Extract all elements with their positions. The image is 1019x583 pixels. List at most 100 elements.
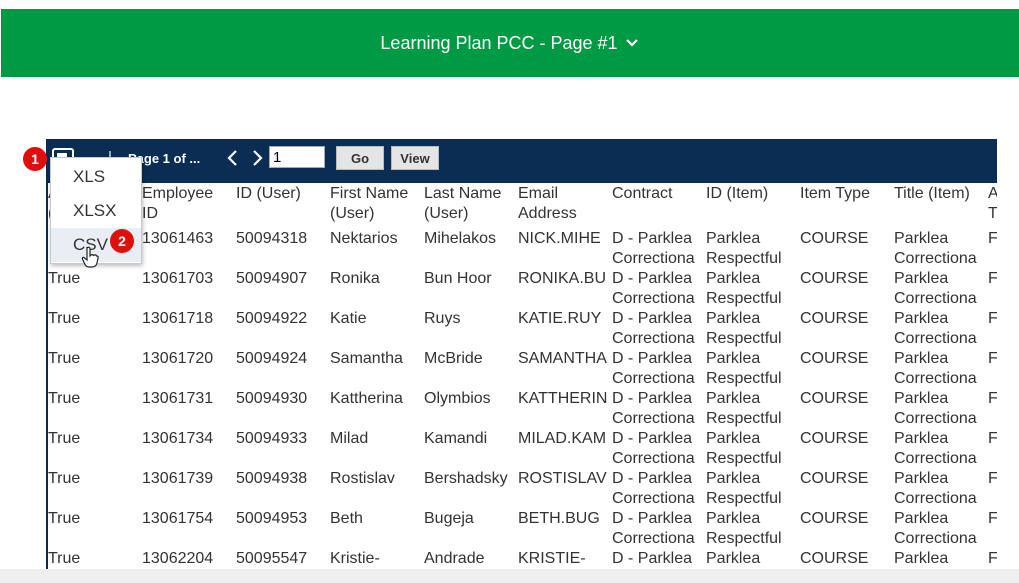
- report-grid: Page 1 of ... Go View A (Employee IDID (…: [46, 139, 997, 579]
- table-cell: Bugeja: [424, 510, 474, 527]
- table-cell: Bun Hoor: [424, 270, 492, 287]
- table-cell: True: [48, 270, 81, 287]
- export-option-xlsx[interactable]: XLSX: [51, 194, 141, 228]
- table-cell: Beth: [330, 510, 363, 527]
- report-toolbar: Page 1 of ... Go View: [48, 139, 997, 183]
- table-cell: MILAD.KAM: [518, 430, 607, 447]
- table-cell: COURSE: [800, 550, 869, 567]
- table-cell: F: [988, 510, 997, 527]
- table-cell: True: [48, 310, 81, 327]
- table-row[interactable]: True 13061703 50094907 Ronika Bun Hoor RONIKA…: [48, 269, 997, 309]
- table-row[interactable]: 13061463 50094318 Nektarios Mihelakos NICK.M…: [48, 229, 997, 269]
- table-cell: F: [988, 390, 997, 407]
- column-header[interactable]: First Name (User): [330, 184, 422, 224]
- table-cell: Parklea Respectful: [706, 310, 782, 347]
- report-title-bar[interactable]: Learning Plan PCC - Page #1: [1, 9, 1019, 77]
- go-button[interactable]: Go: [336, 146, 384, 170]
- table-cell: 50094922: [236, 310, 308, 327]
- report-title: Learning Plan PCC - Page #1: [380, 32, 618, 53]
- table-cell: True: [48, 470, 81, 487]
- column-header[interactable]: Item Type: [800, 184, 892, 204]
- table-cell: D - Parklea Correctiona: [612, 430, 695, 467]
- table-cell: 50094924: [236, 350, 308, 367]
- table-cell: D - Parklea Correctiona: [612, 230, 695, 267]
- table-cell: F: [988, 470, 997, 487]
- table-row[interactable]: True 13061734 50094933 Milad Kamandi MILAD.KA…: [48, 429, 997, 469]
- table-cell: Milad: [330, 430, 369, 447]
- table-cell: Parklea Respectful: [706, 430, 782, 467]
- table-cell: 50095547: [236, 550, 308, 567]
- table-cell: D - Parklea Correctiona: [612, 510, 695, 547]
- table-cell: D - Parklea Correctiona: [612, 350, 695, 387]
- table-cell: Parklea Respectful: [706, 390, 782, 427]
- table-cell: NICK.MIHE: [518, 230, 601, 247]
- table-cell: ROSTISLAV: [518, 470, 607, 487]
- table-cell: Parklea Correctiona: [894, 510, 977, 547]
- table-cell: True: [48, 390, 81, 407]
- table-row[interactable]: True 13061739 50094938 Rostislav Bershadsky R…: [48, 469, 997, 509]
- table-cell: Parklea Correctiona: [894, 310, 977, 347]
- table-cell: SAMANTHA: [518, 350, 607, 367]
- column-header[interactable]: Title (Item): [894, 184, 986, 204]
- chevron-right-icon[interactable]: [248, 148, 266, 168]
- table-cell: D - Parklea Correctiona: [612, 270, 695, 307]
- chevron-down-icon[interactable]: [624, 35, 640, 51]
- view-button[interactable]: View: [391, 146, 439, 170]
- table-cell: COURSE: [800, 270, 869, 287]
- table-cell: Bershadsky: [424, 470, 508, 487]
- table-row[interactable]: True 13061718 50094922 Katie Ruys KATIE.RUY D …: [48, 309, 997, 349]
- table-cell: Parklea Correctiona: [894, 430, 977, 467]
- table-cell: Parklea Respectful: [706, 270, 782, 307]
- table-cell: Samantha: [330, 350, 403, 367]
- table-cell: Parklea Correctiona: [894, 270, 977, 307]
- table-cell: McBride: [424, 350, 483, 367]
- table-cell: Parklea Correctiona: [894, 390, 977, 427]
- table-row[interactable]: True 13061754 50094953 Beth Bugeja BETH.BUG D …: [48, 509, 997, 549]
- column-header[interactable]: ID (User): [236, 184, 328, 204]
- column-header[interactable]: Contract: [612, 184, 704, 204]
- table-cell: Parklea Correctiona: [894, 470, 977, 507]
- table-cell: Parklea Respectful: [706, 510, 782, 547]
- chevron-left-icon[interactable]: [224, 148, 242, 168]
- table-cell: D - Parklea Correctiona: [612, 310, 695, 347]
- table-cell: KATIE.RUY: [518, 310, 602, 327]
- table-cell: COURSE: [800, 350, 869, 367]
- table-cell: COURSE: [800, 230, 869, 247]
- table-cell: Katie: [330, 310, 367, 327]
- table-cell: 13061703: [142, 270, 214, 287]
- table-cell: 13061739: [142, 470, 214, 487]
- export-option-xls[interactable]: XLS: [51, 160, 141, 194]
- table-cell: F: [988, 430, 997, 447]
- table-cell: Kamandi: [424, 430, 488, 447]
- table-cell: Parklea Respectful: [706, 350, 782, 387]
- table-cell: Rostislav: [330, 470, 395, 487]
- table-cell: Mihelakos: [424, 230, 497, 247]
- table-cell: KATTHERIN: [518, 390, 608, 407]
- table-cell: 13061734: [142, 430, 214, 447]
- table-cell: 13061463: [142, 230, 214, 247]
- table-cell: Olymbios: [424, 390, 491, 407]
- column-header[interactable]: Email Address: [518, 184, 610, 224]
- table-cell: COURSE: [800, 390, 869, 407]
- table-cell: Nektarios: [330, 230, 398, 247]
- column-header[interactable]: A T: [988, 184, 997, 224]
- bottom-scroll-area[interactable]: [0, 569, 1019, 583]
- table-row[interactable]: True 13061731 50094930 Kattherina Olymbios KA…: [48, 389, 997, 429]
- table-cell: 13061754: [142, 510, 214, 527]
- column-header[interactable]: Last Name (User): [424, 184, 516, 224]
- column-header[interactable]: Employee ID: [142, 184, 234, 224]
- table-cell: 50094907: [236, 270, 308, 287]
- table-cell: 13061718: [142, 310, 214, 327]
- column-header[interactable]: ID (Item): [706, 184, 798, 204]
- table-cell: 13061731: [142, 390, 214, 407]
- table-cell: Andrade: [424, 550, 485, 567]
- table-cell: 50094953: [236, 510, 308, 527]
- page-number-input[interactable]: [269, 146, 325, 168]
- table-row[interactable]: True 13061720 50094924 Samantha McBride SAMAN…: [48, 349, 997, 389]
- table-cell: Parklea Correctiona: [894, 230, 977, 267]
- hand-cursor-icon: [81, 246, 99, 268]
- table-cell: Ronika: [330, 270, 380, 287]
- table-cell: COURSE: [800, 430, 869, 447]
- step-marker-1: 1: [23, 147, 47, 171]
- table-cell: F: [988, 350, 997, 367]
